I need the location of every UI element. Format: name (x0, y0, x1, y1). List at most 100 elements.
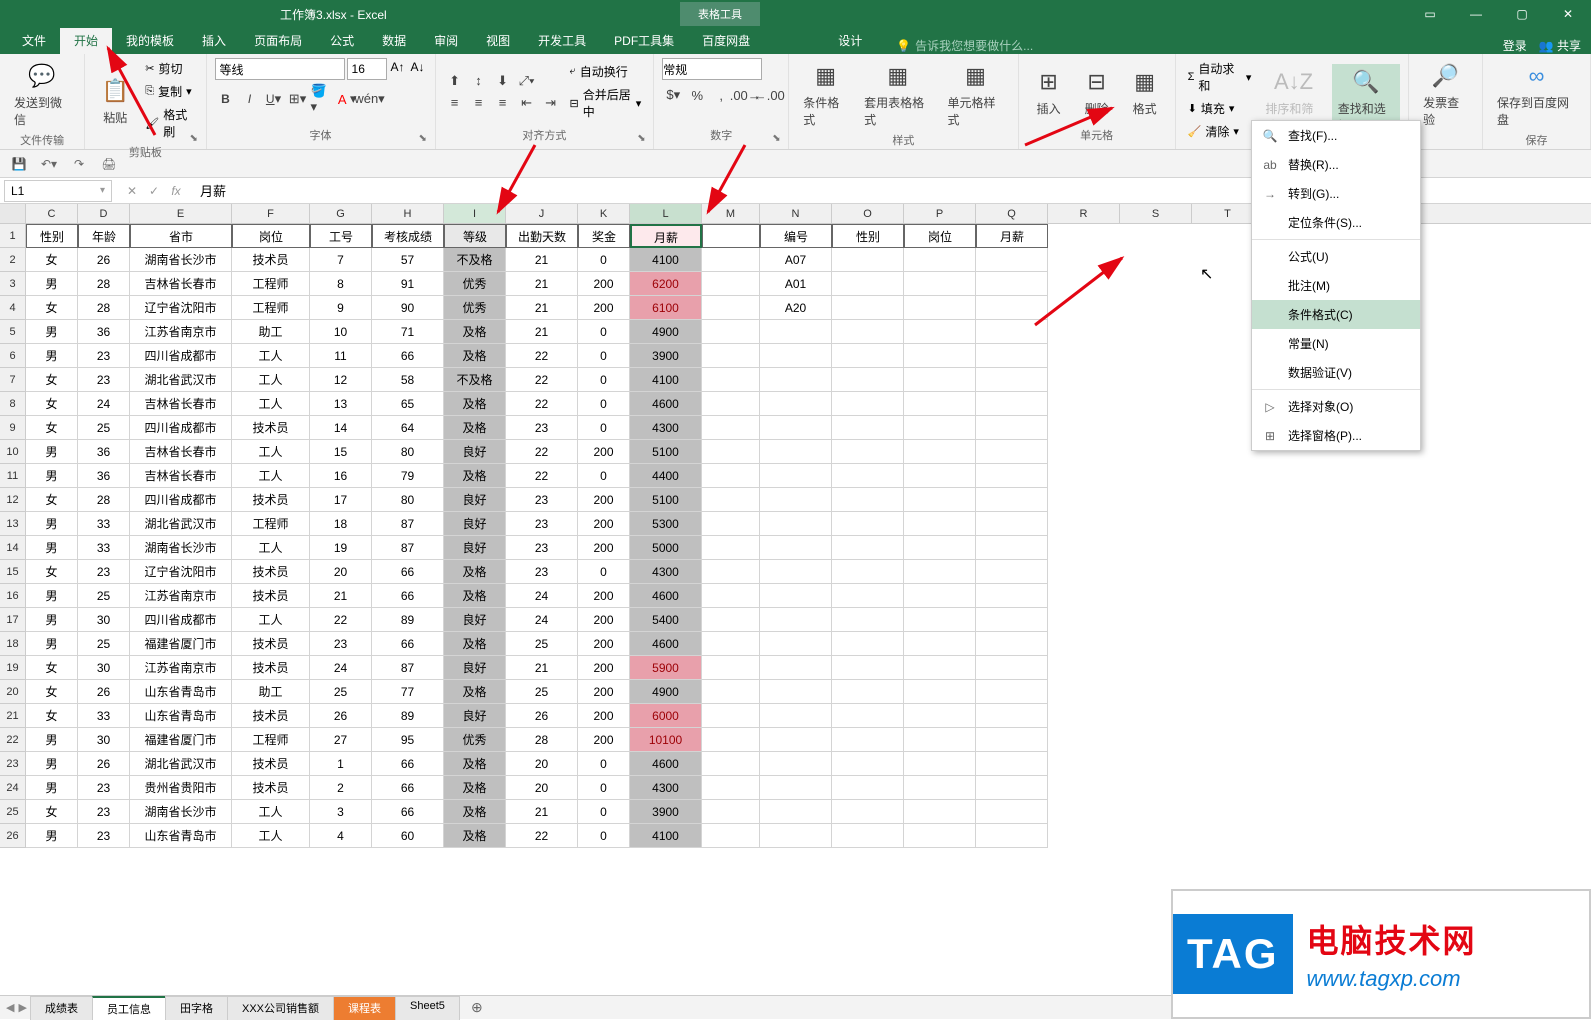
data-cell[interactable] (760, 680, 832, 704)
number-launcher-icon[interactable]: ⬊ (772, 133, 786, 147)
data-cell[interactable]: 23 (506, 560, 578, 584)
data-cell[interactable]: 工人 (232, 536, 310, 560)
data-cell[interactable]: 5100 (630, 440, 702, 464)
share-button[interactable]: 👥 共享 (1539, 37, 1581, 54)
data-cell[interactable] (832, 776, 904, 800)
data-cell[interactable] (760, 464, 832, 488)
data-cell[interactable]: 21 (506, 800, 578, 824)
data-cell[interactable] (702, 728, 760, 752)
conditional-format-button[interactable]: ▦条件格式 (797, 58, 854, 130)
data-cell[interactable]: 4900 (630, 320, 702, 344)
data-cell[interactable] (702, 776, 760, 800)
data-cell[interactable]: 男 (26, 272, 78, 296)
data-cell[interactable]: 不及格 (444, 368, 506, 392)
data-cell[interactable]: 优秀 (444, 728, 506, 752)
data-cell[interactable]: 技术员 (232, 656, 310, 680)
data-cell[interactable]: 66 (372, 752, 444, 776)
data-cell[interactable]: 10 (310, 320, 372, 344)
data-cell[interactable]: 4300 (630, 776, 702, 800)
row-header[interactable]: 25 (0, 800, 26, 824)
sheet-tab[interactable]: XXX公司销售额 (227, 996, 334, 1020)
data-cell[interactable] (904, 440, 976, 464)
header-cell[interactable]: 省市 (130, 224, 232, 248)
data-cell[interactable]: 5400 (630, 608, 702, 632)
data-cell[interactable]: 200 (578, 296, 630, 320)
tab-formulas[interactable]: 公式 (316, 27, 368, 54)
data-cell[interactable]: 21 (310, 584, 372, 608)
save-icon[interactable]: 💾 (8, 153, 30, 175)
data-cell[interactable]: 工人 (232, 392, 310, 416)
data-cell[interactable]: 24 (506, 584, 578, 608)
data-cell[interactable]: 4600 (630, 584, 702, 608)
data-cell[interactable]: 女 (26, 704, 78, 728)
data-cell[interactable]: 77 (372, 680, 444, 704)
data-cell[interactable]: 0 (578, 560, 630, 584)
data-cell[interactable]: 79 (372, 464, 444, 488)
data-cell[interactable]: 89 (372, 704, 444, 728)
header-cell[interactable]: 编号 (760, 224, 832, 248)
data-cell[interactable]: A20 (760, 296, 832, 320)
row-header[interactable]: 14 (0, 536, 26, 560)
data-cell[interactable] (760, 536, 832, 560)
data-cell[interactable]: 19 (310, 536, 372, 560)
data-cell[interactable]: 80 (372, 488, 444, 512)
wrap-text-button[interactable]: ⤶ 自动换行 (566, 61, 646, 82)
header-cell[interactable]: 考核成绩 (372, 224, 444, 248)
data-cell[interactable]: 山东省青岛市 (130, 824, 232, 848)
data-cell[interactable]: 吉林省长春市 (130, 392, 232, 416)
data-cell[interactable]: 及格 (444, 416, 506, 440)
row-header[interactable]: 8 (0, 392, 26, 416)
paste-button[interactable]: 📋 粘贴 (93, 73, 137, 128)
data-cell[interactable] (904, 680, 976, 704)
header-cell[interactable]: 出勤天数 (506, 224, 578, 248)
data-cell[interactable]: 技术员 (232, 488, 310, 512)
data-cell[interactable]: 5100 (630, 488, 702, 512)
format-cells-button[interactable]: ▦格式 (1123, 64, 1167, 119)
data-cell[interactable]: 男 (26, 584, 78, 608)
data-cell[interactable]: 23 (78, 776, 130, 800)
data-cell[interactable]: 技术员 (232, 584, 310, 608)
data-cell[interactable]: 23 (78, 344, 130, 368)
data-cell[interactable]: 0 (578, 824, 630, 848)
indent-increase-icon[interactable]: ⇥ (540, 92, 562, 114)
menu-item[interactable]: 常量(N) (1252, 329, 1420, 358)
data-cell[interactable]: 工人 (232, 344, 310, 368)
data-cell[interactable]: 女 (26, 800, 78, 824)
data-cell[interactable]: 辽宁省沈阳市 (130, 560, 232, 584)
data-cell[interactable]: 4100 (630, 824, 702, 848)
header-cell[interactable]: 奖金 (578, 224, 630, 248)
data-cell[interactable]: 90 (372, 296, 444, 320)
data-cell[interactable]: 不及格 (444, 248, 506, 272)
row-header[interactable]: 22 (0, 728, 26, 752)
data-cell[interactable]: 26 (506, 704, 578, 728)
data-cell[interactable]: 江苏省南京市 (130, 584, 232, 608)
data-cell[interactable]: 25 (506, 680, 578, 704)
data-cell[interactable] (976, 536, 1048, 560)
data-cell[interactable]: 25 (78, 584, 130, 608)
data-cell[interactable]: 14 (310, 416, 372, 440)
data-cell[interactable]: 湖南省长沙市 (130, 536, 232, 560)
merge-center-button[interactable]: ⊟ 合并后居中 ▾ (566, 84, 646, 122)
data-cell[interactable] (760, 800, 832, 824)
data-cell[interactable]: 技术员 (232, 752, 310, 776)
data-cell[interactable] (702, 392, 760, 416)
menu-item[interactable]: ab替换(R)... (1252, 150, 1420, 179)
data-cell[interactable] (832, 296, 904, 320)
col-header-H[interactable]: H (372, 204, 444, 223)
data-cell[interactable] (702, 320, 760, 344)
data-cell[interactable]: 60 (372, 824, 444, 848)
data-cell[interactable]: 28 (506, 728, 578, 752)
data-cell[interactable]: 男 (26, 320, 78, 344)
orientation-icon[interactable]: ⤢▾ (516, 70, 538, 92)
data-cell[interactable]: 25 (506, 632, 578, 656)
data-cell[interactable]: 87 (372, 512, 444, 536)
data-cell[interactable] (904, 656, 976, 680)
menu-item[interactable]: ▷选择对象(O) (1252, 392, 1420, 421)
increase-font-icon[interactable]: A↑ (389, 58, 407, 80)
fill-color-button[interactable]: 🪣▾ (311, 88, 333, 110)
data-cell[interactable] (904, 776, 976, 800)
data-cell[interactable]: 33 (78, 512, 130, 536)
data-cell[interactable]: 200 (578, 608, 630, 632)
data-cell[interactable] (832, 392, 904, 416)
data-cell[interactable]: 36 (78, 320, 130, 344)
